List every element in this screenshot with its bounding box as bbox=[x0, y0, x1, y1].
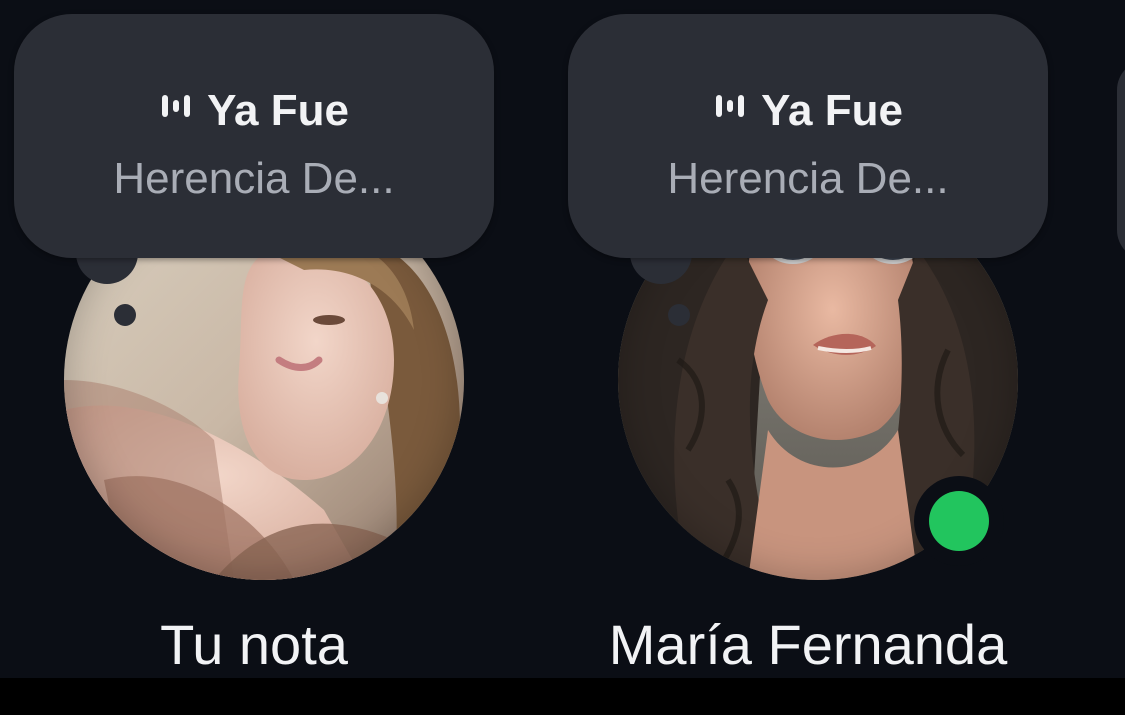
note-artist: Herencia De... bbox=[113, 154, 395, 203]
notes-screen: Ya Fue Herencia De... Tu nota Ya Fue Her… bbox=[0, 0, 1125, 678]
note-card-own[interactable]: Ya Fue Herencia De... Tu nota bbox=[14, 0, 494, 678]
sound-wave-icon bbox=[159, 84, 193, 134]
user-name: María Fernanda bbox=[608, 613, 1008, 676]
note-bubble[interactable]: Ya Fue Herencia De... bbox=[14, 14, 494, 258]
bubble-tail-dot bbox=[114, 304, 136, 326]
note-track-title: Ya Fue bbox=[207, 86, 349, 135]
note-bubble[interactable]: Ya Fue Herencia De... bbox=[568, 14, 1048, 258]
next-note-bubble-peek[interactable] bbox=[1117, 60, 1125, 260]
note-track-line: Ya Fue bbox=[14, 86, 494, 136]
notes-row: Ya Fue Herencia De... Tu nota Ya Fue Her… bbox=[0, 0, 1125, 678]
online-dot bbox=[929, 491, 989, 551]
bottom-bar bbox=[0, 678, 1125, 715]
note-artist: Herencia De... bbox=[667, 154, 949, 203]
bubble-tail-dot bbox=[668, 304, 690, 326]
note-card-friend[interactable]: Ya Fue Herencia De... María Fernanda bbox=[568, 0, 1048, 678]
sound-wave-icon bbox=[713, 84, 747, 134]
online-status-indicator bbox=[914, 476, 1004, 566]
user-name: Tu nota bbox=[160, 613, 348, 676]
note-track-line: Ya Fue bbox=[568, 86, 1048, 136]
note-track-title: Ya Fue bbox=[761, 86, 903, 135]
